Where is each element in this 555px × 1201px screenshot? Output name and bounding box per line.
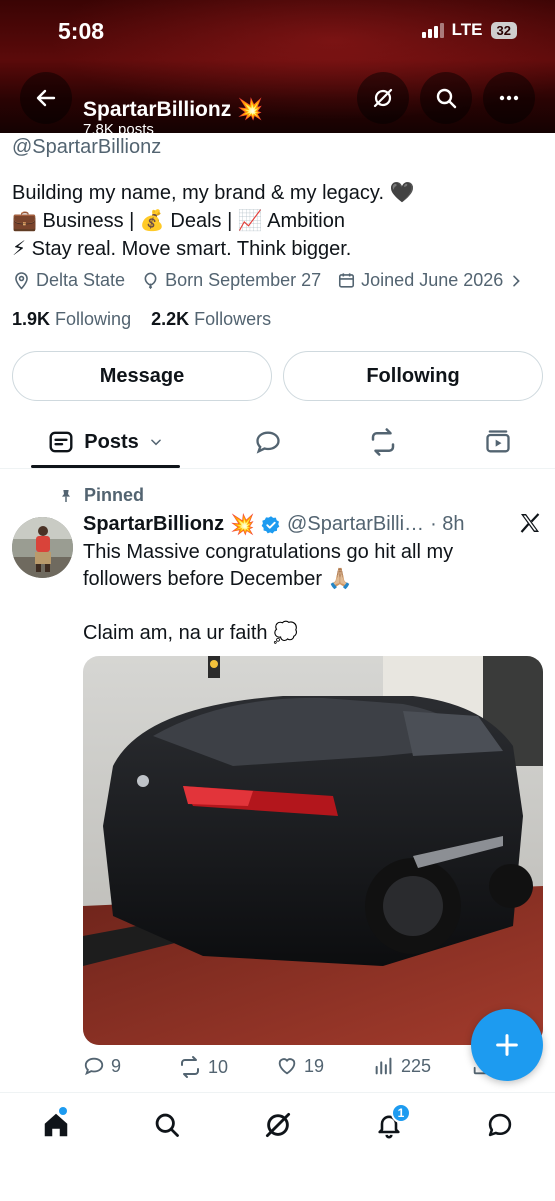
status-indicators: LTE 32 xyxy=(421,20,517,40)
chevron-right-icon xyxy=(513,275,521,286)
battery-icon: 32 xyxy=(490,21,517,39)
bottom-nav: 1 xyxy=(0,1092,555,1201)
profile-tabs: Posts xyxy=(0,416,555,469)
header-post-count: 7.8K posts xyxy=(83,121,154,133)
back-arrow-icon xyxy=(36,89,56,107)
search-icon xyxy=(155,1113,179,1137)
nav-home[interactable] xyxy=(36,1105,76,1145)
tweet-actions: 9 10 19 225 xyxy=(83,1055,523,1083)
tweet-author-handle: @SpartarBilli… xyxy=(287,513,425,535)
joined-item[interactable]: Joined June 2026 xyxy=(337,270,524,291)
calendar-icon xyxy=(339,273,355,288)
repost-icon xyxy=(181,1056,199,1078)
reply-bubble-icon xyxy=(256,431,280,454)
pin-icon xyxy=(62,489,70,502)
tweet-text-line: This Massive congratulations go hit all … xyxy=(83,541,454,590)
back-button[interactable] xyxy=(20,72,72,124)
x-icon xyxy=(520,513,540,533)
signal-icon xyxy=(421,22,444,38)
reply-icon xyxy=(84,1057,104,1076)
car-photo xyxy=(83,656,543,1045)
header-display-name: SpartarBillionz 💥 xyxy=(83,98,264,121)
video-icon xyxy=(486,430,510,453)
followers-label: Followers xyxy=(194,309,272,329)
profile-handle: @SpartarBillionz xyxy=(12,136,162,158)
birthday-item: Born September 27 xyxy=(141,270,321,291)
message-button[interactable]: Message xyxy=(12,351,272,401)
compose-button[interactable] xyxy=(471,1009,543,1081)
views-icon xyxy=(375,1057,392,1075)
location-pin-icon xyxy=(15,272,28,290)
nav-notifications[interactable]: 1 xyxy=(369,1103,411,1145)
location-text: Delta State xyxy=(36,270,126,290)
tab-posts[interactable]: Posts xyxy=(31,416,180,468)
pinned-label: Pinned xyxy=(58,485,144,506)
grok-icon xyxy=(373,88,393,108)
tweet-media-image[interactable] xyxy=(83,656,543,1045)
chevron-down-icon xyxy=(150,439,161,446)
following-label: Following xyxy=(55,309,132,329)
home-icon xyxy=(44,1113,68,1137)
location-item: Delta State xyxy=(12,270,125,291)
plus-icon xyxy=(496,1034,518,1056)
pinned-text: Pinned xyxy=(84,485,145,505)
reply-count: 9 xyxy=(111,1055,122,1076)
repost-count: 10 xyxy=(208,1056,229,1077)
network-label: LTE xyxy=(451,20,483,39)
bio-line: 💼 Business | 💰 Deals | 📈 Ambition xyxy=(12,210,345,232)
follow-stats: 1.9K Following 2.2K Followers xyxy=(12,309,271,330)
grok-button[interactable] xyxy=(357,72,409,124)
x-logo-icon[interactable] xyxy=(518,511,542,540)
more-icon xyxy=(499,95,519,101)
posts-icon xyxy=(49,431,73,453)
following-link[interactable]: 1.9K Following xyxy=(12,309,131,329)
heart-icon xyxy=(278,1058,296,1075)
verified-badge-icon xyxy=(261,515,280,533)
tab-replies[interactable] xyxy=(248,416,288,468)
messages-icon xyxy=(488,1113,512,1137)
like-count: 19 xyxy=(304,1055,325,1076)
following-count: 1.9K xyxy=(12,309,51,329)
search-icon xyxy=(436,88,457,109)
search-button[interactable] xyxy=(420,72,472,124)
repost-icon xyxy=(371,428,395,456)
active-tab-indicator xyxy=(31,465,180,468)
bio-line: ⚡ Stay real. Move smart. Think bigger. xyxy=(12,238,352,260)
profile-bio: Building my name, my brand & my legacy. … xyxy=(12,179,414,263)
status-time: 5:08 xyxy=(58,18,105,44)
like-action[interactable]: 19 xyxy=(276,1055,324,1077)
home-unread-dot xyxy=(59,1107,67,1115)
avatar[interactable] xyxy=(12,517,73,578)
followers-link[interactable]: 2.2K Followers xyxy=(151,309,271,329)
birthday-text: Born September 27 xyxy=(165,270,322,290)
grok-icon xyxy=(265,1112,291,1138)
avatar-photo xyxy=(12,517,73,578)
tweet-text-line: Claim am, na ur faith 💭 xyxy=(83,622,298,644)
joined-text: Joined June 2026 xyxy=(361,270,504,290)
profile-header-banner: 5:08 LTE 32 SpartarBillionz 💥 7.8K posts xyxy=(0,0,555,133)
more-button[interactable] xyxy=(483,72,535,124)
tab-media[interactable] xyxy=(478,416,518,468)
nav-grok[interactable] xyxy=(258,1105,298,1145)
tab-posts-label: Posts xyxy=(84,430,139,453)
nav-messages[interactable] xyxy=(480,1105,520,1145)
bio-line: Building my name, my brand & my legacy. … xyxy=(12,182,415,204)
followers-count: 2.2K xyxy=(151,309,190,329)
author-emoji: 💥 xyxy=(230,514,256,536)
views-action[interactable]: 225 xyxy=(373,1055,431,1077)
tweet-header: SpartarBillionz 💥 @SpartarBilli… · 8h xyxy=(83,512,465,537)
nav-search[interactable] xyxy=(147,1105,187,1145)
profile-meta: Delta State Born September 27 Joined Jun… xyxy=(12,270,540,291)
tweet-time: · 8h xyxy=(430,513,465,535)
tweet-text: This Massive congratulations go hit all … xyxy=(83,539,503,647)
reply-action[interactable]: 9 xyxy=(83,1055,121,1077)
balloon-icon xyxy=(144,272,157,289)
notification-badge: 1 xyxy=(391,1103,411,1123)
tweet-author-name[interactable]: SpartarBillionz xyxy=(83,513,224,536)
tab-reposts[interactable] xyxy=(363,416,403,468)
repost-action[interactable]: 10 xyxy=(178,1055,228,1079)
following-button[interactable]: Following xyxy=(283,351,543,401)
views-count: 225 xyxy=(401,1055,432,1076)
